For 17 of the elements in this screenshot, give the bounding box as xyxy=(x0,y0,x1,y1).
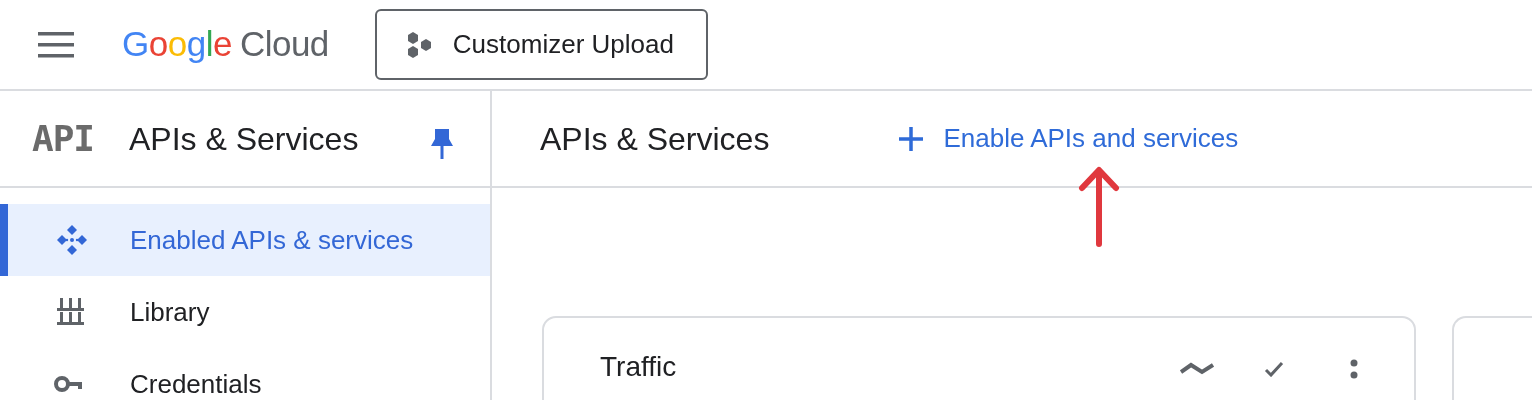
logo-text: Google xyxy=(122,23,232,66)
card-title: Traffic xyxy=(600,350,678,384)
pin-button[interactable] xyxy=(430,127,454,160)
plus-icon xyxy=(897,124,926,153)
api-logo: API xyxy=(32,116,96,161)
logo-text: Cloud xyxy=(239,23,329,66)
project-selector-button[interactable]: Customizer Upload xyxy=(374,9,708,80)
check-icon xyxy=(1264,360,1284,377)
nav-item[interactable]: Library xyxy=(0,276,490,348)
page-title: APIs & Services xyxy=(540,119,770,159)
sidebar-title: APIs & Services xyxy=(129,119,360,159)
nav-item[interactable]: Enabled APIs & services xyxy=(0,204,490,276)
more-vertical-icon xyxy=(1350,358,1358,379)
nav-item[interactable]: Credentials xyxy=(0,348,490,400)
menu-icon xyxy=(38,31,74,58)
enable-apis-link[interactable]: Enable APIs and services xyxy=(897,119,1239,158)
line-chart-icon xyxy=(1180,361,1214,376)
